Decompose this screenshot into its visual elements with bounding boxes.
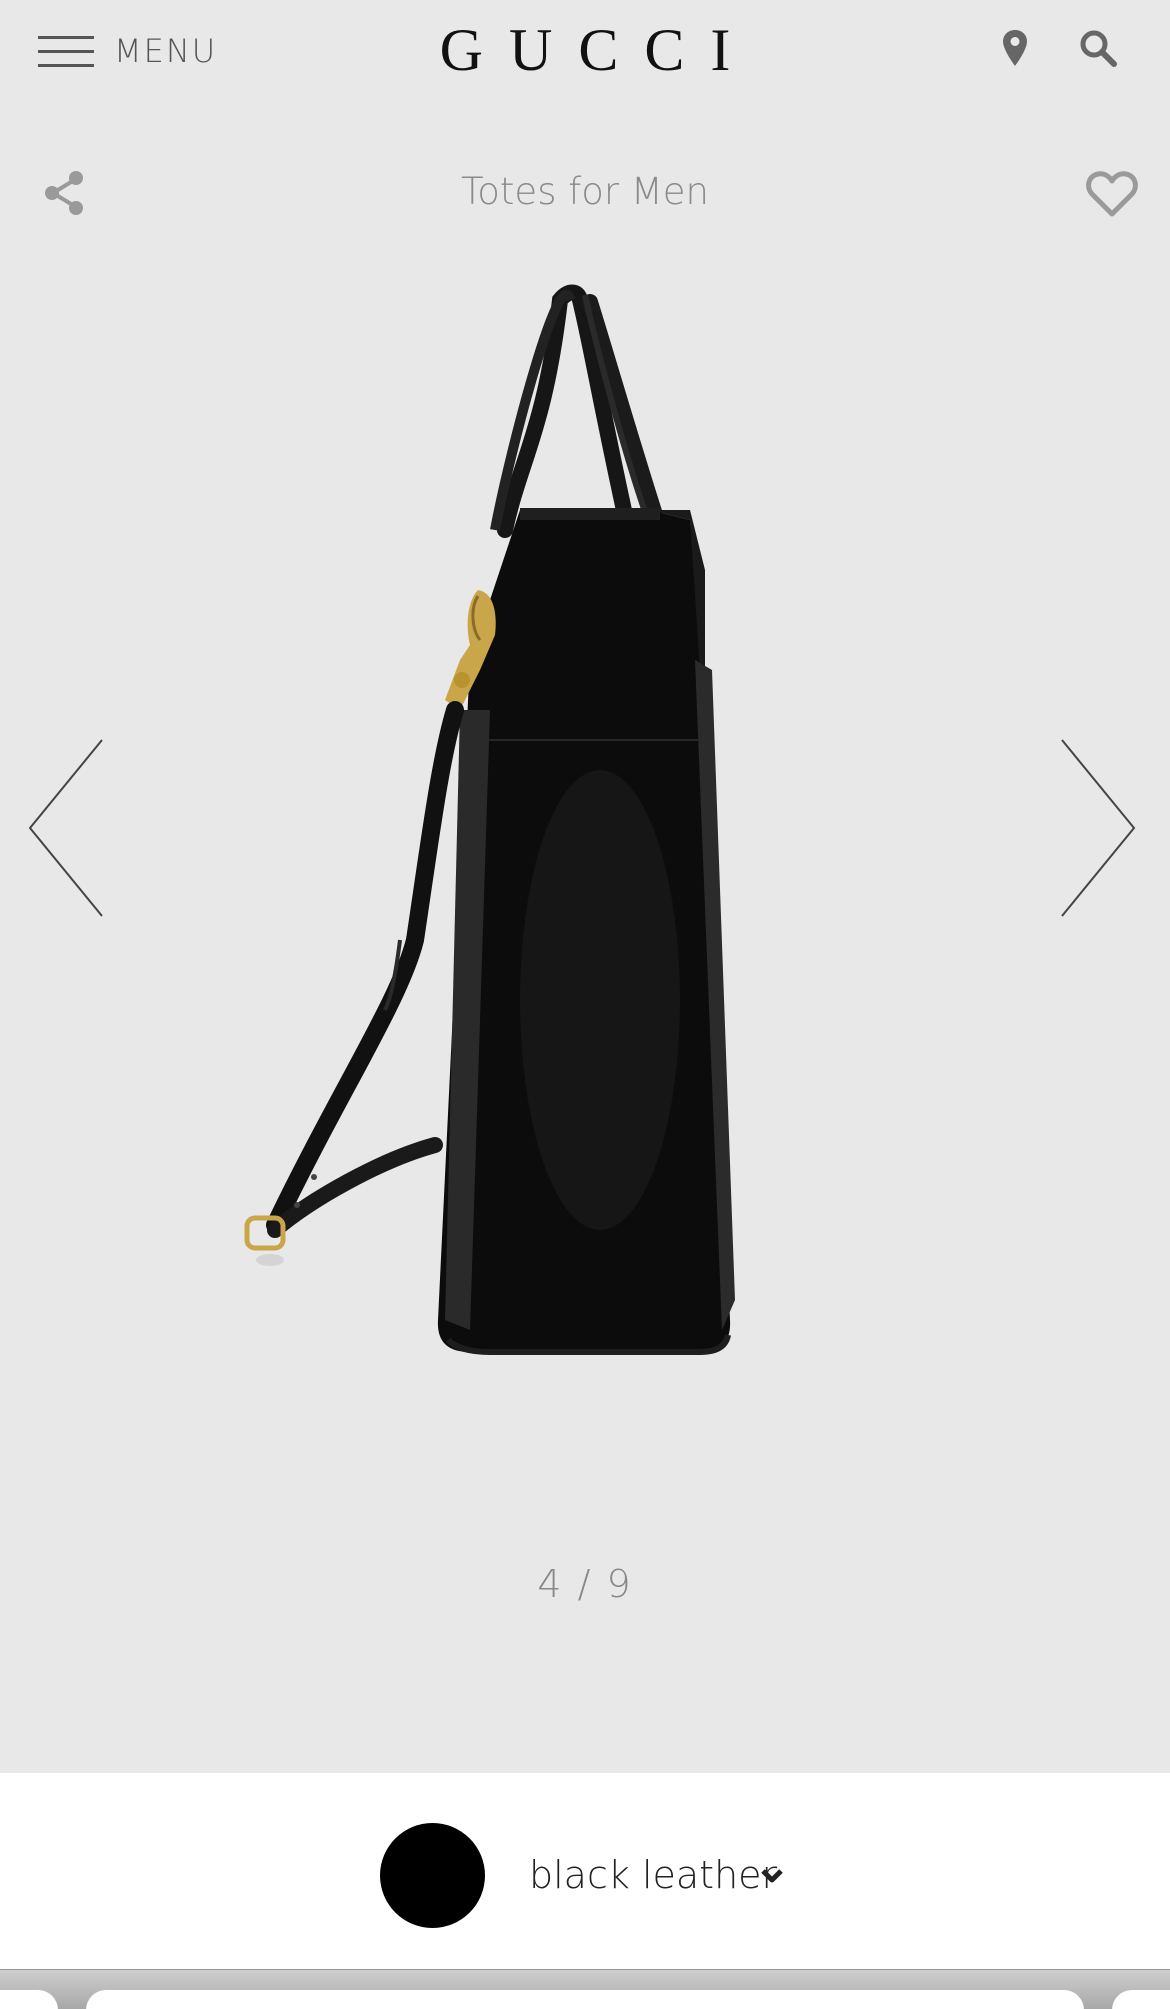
bottom-panel-right[interactable] [1112,1990,1170,2009]
chevron-down-icon[interactable] [760,1867,784,1885]
bottom-panel-center[interactable] [86,1990,1084,2009]
variant-label[interactable]: black leather [529,1853,777,1897]
image-counter: 4 / 9 [537,1562,633,1606]
product-gallery[interactable]: 4 / 9 [0,240,1170,1770]
product-image-tote-bag [244,284,735,1355]
location-pin-icon[interactable] [993,26,1037,70]
product-subheader: Totes for Men [0,150,1170,240]
top-header: MENU GUCCI [0,0,1170,100]
next-image-arrow-icon[interactable] [1058,738,1138,918]
search-icon[interactable] [1076,26,1120,70]
category-title[interactable]: Totes for Men [0,170,1170,213]
previous-image-arrow-icon[interactable] [26,738,106,918]
wishlist-heart-icon[interactable] [1086,170,1138,218]
variant-selector: black leather [0,1773,1170,1969]
bottom-panel-left[interactable] [0,1990,58,2009]
color-swatch[interactable] [380,1823,485,1928]
